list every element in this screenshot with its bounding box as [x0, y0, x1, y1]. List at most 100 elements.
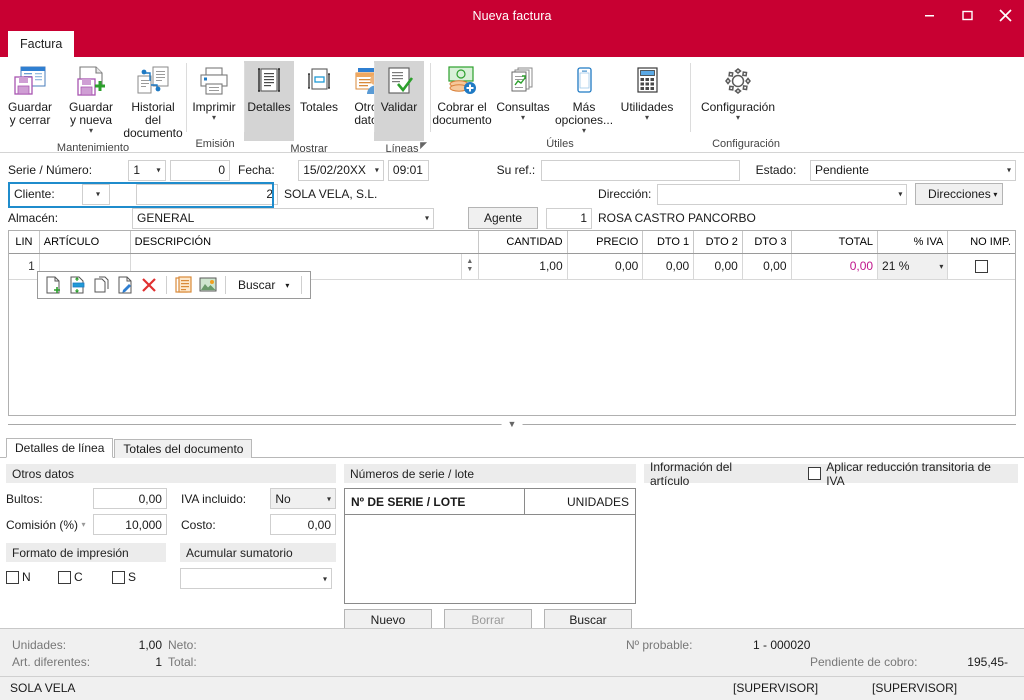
iva-incluido-select[interactable]: No ▾	[270, 488, 336, 509]
spinner-arrows-icon[interactable]: ▲ ▼	[466, 254, 474, 279]
cliente-type-select[interactable]: ▾	[82, 183, 110, 205]
validate-icon	[384, 63, 414, 99]
imprimir-button[interactable]: Imprimir ▾	[186, 61, 242, 122]
acumular-sumatorio-select[interactable]: ▾	[180, 568, 332, 589]
save-new-icon	[74, 63, 108, 99]
chevron-down-icon[interactable]: ▾	[582, 127, 586, 135]
tab-detalles-de-linea[interactable]: Detalles de línea	[6, 438, 114, 458]
comision-input[interactable]: 10,000	[93, 514, 167, 535]
hora-input[interactable]: 09:01	[387, 159, 429, 181]
formato-c-checkbox[interactable]	[58, 570, 71, 584]
fecha-datepicker[interactable]: 15/02/20XX ▾	[298, 159, 384, 181]
edit-line-icon[interactable]	[114, 273, 136, 297]
serie-table-body[interactable]	[345, 515, 635, 603]
consultas-button[interactable]: Consultas ▾	[494, 61, 552, 122]
agente-button[interactable]: Agente	[468, 207, 538, 229]
formato-n-checkbox[interactable]	[6, 570, 19, 584]
cell-precio[interactable]: 0,00	[567, 253, 644, 280]
direcciones-button[interactable]: Direcciones ▾	[915, 183, 1004, 205]
comision-value: 10,000	[125, 517, 162, 532]
art-diferentes-value: 1	[155, 655, 162, 669]
pendiente-cobro-label: Pendiente de cobro:	[810, 655, 918, 669]
formato-n-option[interactable]: N	[6, 570, 58, 584]
guardar-y-nueva-button[interactable]: Guardar y nueva ▾	[60, 61, 122, 135]
delete-line-icon[interactable]	[138, 273, 160, 297]
cantidad-spinner[interactable]: ▲ ▼	[461, 253, 479, 280]
su-ref-input[interactable]	[541, 159, 740, 181]
mas-opciones-button[interactable]: Más opciones... ▾	[552, 61, 616, 135]
calculator-icon	[632, 63, 662, 99]
aplicar-reduccion-label: Aplicar reducción transitoria de IVA	[826, 459, 991, 488]
formato-options: N C S	[6, 570, 166, 584]
agente-code-input[interactable]: 1	[546, 207, 592, 229]
historial-del-documento-button[interactable]: Historial del documento	[122, 61, 184, 140]
copy-line-icon[interactable]	[90, 273, 112, 297]
estado-select[interactable]: Pendiente ▾	[809, 159, 1017, 181]
chevron-down-icon[interactable]: ▾	[645, 114, 649, 122]
cell-cantidad[interactable]: 1,00	[478, 253, 568, 280]
direccion-select[interactable]: ▾	[657, 183, 908, 205]
no-imp-checkbox[interactable]	[975, 259, 989, 273]
close-icon[interactable]	[986, 0, 1024, 31]
image-icon[interactable]	[197, 273, 219, 297]
bultos-label: Bultos:	[6, 491, 43, 506]
iva-incluido-value: No	[275, 491, 291, 506]
costo-input[interactable]: 0,00	[270, 514, 336, 535]
cobrar-el-documento-label: Cobrar el documento	[432, 100, 492, 127]
formato-c-option[interactable]: C	[58, 570, 112, 584]
configuracion-button[interactable]: Configuración ▾	[690, 61, 786, 122]
totales-button[interactable]: Totales	[294, 61, 344, 114]
chevron-down-icon[interactable]: ▾	[736, 114, 740, 122]
cobrar-el-documento-button[interactable]: Cobrar el documento	[430, 61, 494, 127]
panel-collapser[interactable]: ▼	[8, 418, 1016, 432]
serie-borrar-button[interactable]: Borrar	[444, 609, 532, 630]
pendiente-cobro-value: 195,45-	[967, 655, 1008, 669]
detail-panels: Otros datos Bultos: 0,00 IVA incluido: N…	[0, 458, 1024, 638]
maximize-icon[interactable]	[948, 0, 986, 31]
utilidades-button[interactable]: Utilidades ▾	[616, 61, 678, 122]
chevron-down-icon: ▾	[993, 189, 998, 199]
estado-value: Pendiente	[814, 163, 869, 177]
almacen-select[interactable]: GENERAL ▾	[132, 207, 434, 229]
lineas-dialog-launcher-icon[interactable]: ◤	[420, 140, 427, 151]
chevron-down-icon[interactable]: ▼	[501, 418, 523, 431]
minimize-icon[interactable]	[910, 0, 948, 31]
user-left: [SUPERVISOR]	[733, 681, 819, 695]
col-dto2: DTO 2	[693, 231, 743, 254]
aplicar-reduccion-checkbox[interactable]	[808, 467, 822, 480]
cliente-code-input[interactable]: 2	[136, 183, 278, 205]
serie-nuevo-button[interactable]: Nuevo	[344, 609, 432, 630]
formato-s-option[interactable]: S	[112, 570, 136, 584]
cliente-label: Cliente:	[14, 187, 55, 201]
numero-input[interactable]: 0	[169, 159, 230, 181]
tab-totales-del-documento[interactable]: Totales del documento	[114, 439, 253, 458]
bultos-input[interactable]: 0,00	[93, 488, 167, 509]
cell-dto2[interactable]: 0,00	[693, 253, 743, 280]
line-toolbar: Buscar ▾	[37, 271, 312, 299]
agente-code-value: 1	[580, 211, 587, 225]
chevron-down-icon[interactable]: ▾	[939, 262, 943, 271]
insert-line-icon[interactable]	[66, 273, 88, 297]
guardar-y-cerrar-button[interactable]: Guardar y cerrar	[0, 61, 60, 127]
formato-s-checkbox[interactable]	[112, 570, 125, 584]
cell-no-imp[interactable]	[947, 253, 1015, 280]
aplicar-reduccion-option[interactable]: Aplicar reducción transitoria de IVA	[808, 460, 1012, 488]
tab-factura[interactable]: Factura	[8, 31, 75, 57]
chevron-down-icon[interactable]: ▾	[81, 520, 93, 529]
cell-lin: 1	[9, 253, 40, 280]
serie-buscar-button[interactable]: Buscar	[544, 609, 632, 630]
chevron-down-icon[interactable]: ▾	[212, 114, 216, 122]
text-note-icon[interactable]	[173, 273, 195, 297]
validar-button[interactable]: Validar	[374, 61, 424, 141]
chevron-down-icon[interactable]: ▾	[89, 127, 93, 135]
total-label: Total:	[168, 655, 197, 669]
ribbon-group-utiles-label: Útiles	[546, 138, 574, 150]
new-line-icon[interactable]	[42, 273, 64, 297]
cell-dto3[interactable]: 0,00	[742, 253, 792, 280]
serie-select[interactable]: 1 ▾	[128, 159, 166, 181]
chevron-down-icon[interactable]: ▾	[521, 114, 525, 122]
buscar-dropdown[interactable]: Buscar ▾	[232, 273, 295, 297]
cell-dto1[interactable]: 0,00	[642, 253, 695, 280]
cell-iva[interactable]: 21 % ▾	[877, 253, 949, 280]
detalles-button[interactable]: Detalles	[244, 61, 294, 141]
